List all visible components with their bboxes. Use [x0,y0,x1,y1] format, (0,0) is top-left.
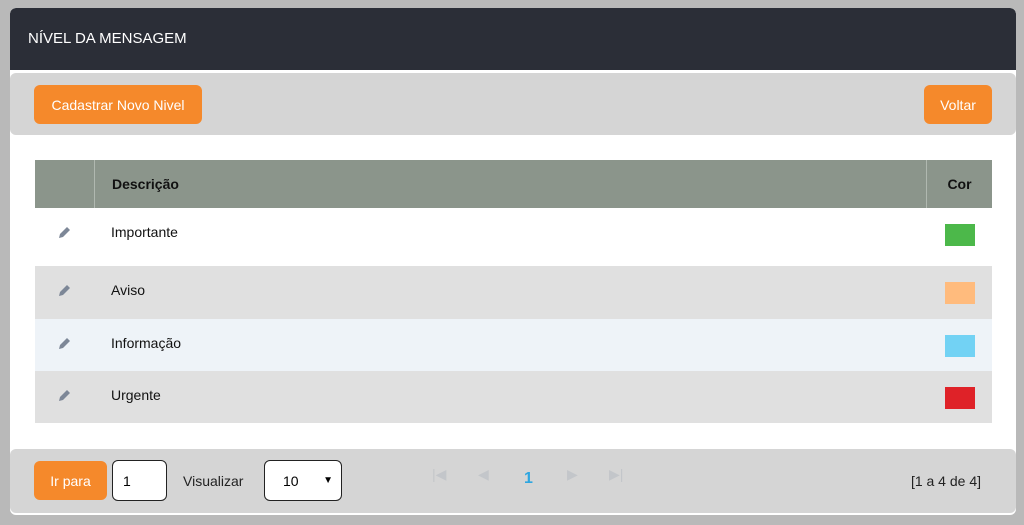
color-swatch [944,335,975,357]
row-cor [927,371,992,423]
table-header: Descrição Cor [35,160,992,208]
last-page-icon[interactable]: ▶| [609,466,623,483]
pencil-icon [59,285,70,296]
goto-page-input[interactable]: 1 [112,460,167,501]
color-swatch [944,387,975,409]
page-1[interactable]: 1 [524,470,533,488]
color-swatch [944,282,975,304]
page-size-value: 10 [283,472,299,489]
edit-button[interactable] [35,319,95,371]
pencil-icon [59,227,70,238]
table-row: Importante [35,208,992,266]
page-title: NÍVEL DA MENSAGEM [10,8,1016,70]
row-cor [927,266,992,319]
next-page-icon[interactable]: ▶ [567,466,578,483]
row-descricao: Informação [111,335,182,351]
edit-button[interactable] [35,208,95,266]
goto-button[interactable]: Ir para [34,461,107,500]
pagination-bar: Ir para 1 Visualizar 10 ▼ [1 a 4 de 4] [10,449,1016,513]
header-cor[interactable]: Cor [927,160,992,208]
row-cor [927,208,992,266]
chevron-down-icon: ▼ [323,475,333,486]
pencil-icon [59,338,70,349]
toolbar: Cadastrar Novo Nivel Voltar [10,73,1016,135]
back-button[interactable]: Voltar [924,85,992,124]
table-row: Aviso [35,266,992,319]
row-descricao: Aviso [111,282,145,298]
row-descricao: Urgente [111,387,161,403]
table-row: Informação [35,319,992,371]
new-level-button[interactable]: Cadastrar Novo Nivel [34,85,202,124]
page-size-select[interactable]: 10 ▼ [264,460,342,501]
view-label: Visualizar [183,473,244,489]
edit-button[interactable] [35,371,95,423]
header-descricao[interactable]: Descrição [95,160,927,208]
row-descricao: Importante [111,224,178,240]
header-actions [35,160,95,208]
color-swatch [944,224,975,246]
table-row: Urgente [35,371,992,423]
first-page-icon[interactable]: |◀ [432,466,446,483]
levels-table: Descrição Cor Importante Aviso Informação U… [35,160,992,423]
prev-page-icon[interactable]: ◀ [478,466,489,483]
pencil-icon [59,390,70,401]
records-summary: [1 a 4 de 4] [910,473,981,489]
row-cor [927,319,992,371]
edit-button[interactable] [35,266,95,319]
